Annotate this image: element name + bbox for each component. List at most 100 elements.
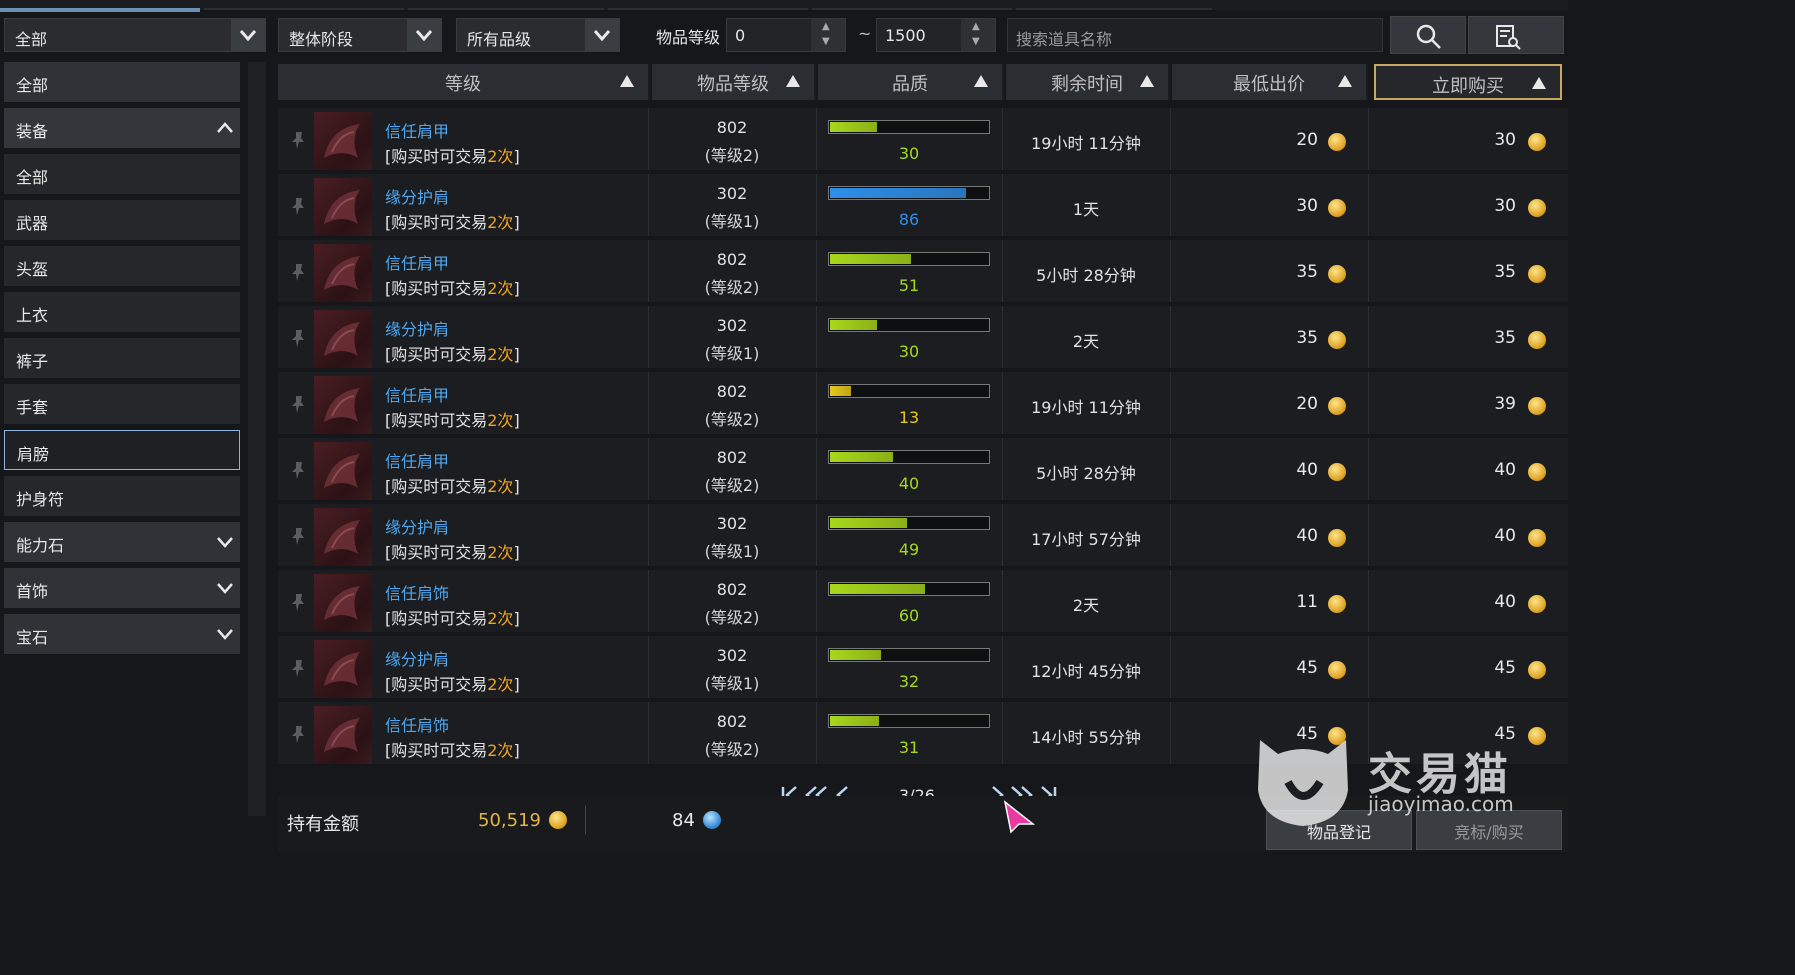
sidebar-item-shoulder[interactable]: 肩膀 (4, 430, 240, 470)
pin-icon[interactable] (290, 460, 306, 484)
quality-select[interactable]: 所有品级 (456, 18, 620, 52)
column-divider (648, 240, 649, 302)
stage-select[interactable]: 整体阶段 (278, 18, 442, 52)
gold-coin-icon (1328, 595, 1346, 613)
pin-icon[interactable] (290, 526, 306, 550)
sidebar-item-weapon[interactable]: 武器 (4, 200, 240, 240)
category-sidebar: 全部 装备 全部 武器 头盔 上衣 裤子 手套 肩膀 护身符 能力石 首饰 宝石 (0, 58, 244, 852)
quality-bar-fill (830, 188, 966, 198)
sidebar-item-equipment[interactable]: 装备 (4, 108, 240, 148)
grade-min-stepper[interactable]: ▲ ▼ (811, 19, 845, 51)
top-tab-active[interactable] (0, 0, 200, 12)
column-divider (1002, 438, 1003, 500)
trade-limit: [购买时可交易2次] (385, 275, 520, 299)
grade-max-input[interactable]: 1500 ▲ ▼ (876, 18, 996, 52)
item-name[interactable]: 信任肩饰 (385, 580, 449, 604)
item-name[interactable]: 缘分护肩 (385, 646, 449, 670)
sidebar-scrollbar[interactable] (248, 62, 266, 816)
column-header-grade[interactable]: 等级 (278, 64, 650, 100)
item-icon (314, 442, 372, 500)
sidebar-item-equipment-all[interactable]: 全部 (4, 154, 240, 194)
search-input[interactable]: 搜索道具名称 (1007, 18, 1383, 52)
sidebar-item-pants[interactable]: 裤子 (4, 338, 240, 378)
trade-limit: [购买时可交易2次] (385, 209, 520, 233)
sidebar-item-ability-stone[interactable]: 能力石 (4, 522, 240, 562)
trade-count: 2次 (487, 147, 514, 166)
quality-bar-fill (830, 518, 908, 528)
time-left: 1天 (1072, 200, 1100, 219)
pin-icon[interactable] (290, 394, 306, 418)
item-name[interactable]: 信任肩甲 (385, 118, 449, 142)
pin-icon[interactable] (290, 724, 306, 748)
top-tab[interactable] (812, 0, 1012, 10)
column-header-label: 最低出价 (1233, 74, 1305, 95)
item-icon (314, 574, 372, 632)
sidebar-item-helmet[interactable]: 头盔 (4, 246, 240, 286)
pin-icon[interactable] (290, 130, 306, 154)
pin-icon[interactable] (290, 196, 306, 220)
gold-coin-icon (1328, 265, 1346, 283)
quality-bar-fill (830, 386, 851, 396)
item-name[interactable]: 信任肩饰 (385, 712, 449, 736)
quality-value: 13 (898, 408, 920, 427)
column-header-time-left[interactable]: 剩余时间 (1006, 64, 1170, 100)
list-search-icon (1496, 25, 1521, 50)
item-name[interactable]: 信任肩甲 (385, 250, 449, 274)
table-row[interactable]: 信任肩饰 [购买时可交易2次] 802 (等级2) 60 2天 11 40 (278, 570, 1568, 634)
quality-bar (828, 582, 990, 596)
sidebar-item-gloves[interactable]: 手套 (4, 384, 240, 424)
top-tab-strip (0, 0, 1568, 12)
trade-limit: [购买时可交易2次] (385, 671, 520, 695)
item-name[interactable]: 信任肩甲 (385, 382, 449, 406)
quality-bar-fill (830, 650, 881, 660)
top-tab[interactable] (408, 0, 604, 10)
table-row[interactable]: 缘分护肩 [购买时可交易2次] 302 (等级1) 86 1天 30 30 (278, 174, 1568, 238)
sidebar-item-label: 宝石 (16, 628, 49, 647)
table-row[interactable]: 缘分护肩 [购买时可交易2次] 302 (等级1) 32 12小时 45分钟 45 45 (278, 636, 1568, 700)
item-level: 802 (716, 382, 748, 401)
table-row[interactable]: 缘分护肩 [购买时可交易2次] 302 (等级1) 30 2天 35 35 (278, 306, 1568, 370)
top-tab[interactable] (608, 0, 808, 10)
item-name[interactable]: 缘分护肩 (385, 184, 449, 208)
table-row[interactable]: 信任肩甲 [购买时可交易2次] 802 (等级2) 51 5小时 28分钟 35 35 (278, 240, 1568, 304)
grade-max-stepper[interactable]: ▲ ▼ (961, 19, 995, 51)
quality-bar-fill (830, 716, 879, 726)
pin-icon[interactable] (290, 262, 306, 286)
grade-min-input[interactable]: 0 ▲ ▼ (726, 18, 846, 52)
column-header-buy-now[interactable]: 立即购买 (1374, 64, 1562, 100)
sidebar-item-label: 能力石 (16, 536, 65, 555)
sidebar-item-all[interactable]: 全部 (4, 62, 240, 102)
top-tab[interactable] (204, 0, 404, 10)
top-tab[interactable] (1016, 0, 1212, 10)
search-button[interactable] (1390, 16, 1466, 54)
item-name[interactable]: 缘分护肩 (385, 514, 449, 538)
trade-limit: [购买时可交易2次] (385, 605, 520, 629)
item-name[interactable]: 缘分护肩 (385, 316, 449, 340)
list-search-button[interactable] (1468, 16, 1564, 54)
column-header-quality[interactable]: 品质 (818, 64, 1004, 100)
pin-icon[interactable] (290, 592, 306, 616)
column-divider (1002, 174, 1003, 236)
quality-bar-fill (830, 320, 878, 330)
trade-limit-suffix: ] (513, 213, 520, 232)
table-row[interactable]: 信任肩甲 [购买时可交易2次] 802 (等级2) 40 5小时 28分钟 40 40 (278, 438, 1568, 502)
table-row[interactable]: 信任肩甲 [购买时可交易2次] 802 (等级2) 30 19小时 11分钟 20 30 (278, 108, 1568, 172)
column-header-item-level[interactable]: 物品等级 (652, 64, 816, 100)
trade-limit-prefix: [购买时可交易 (385, 411, 488, 430)
sidebar-item-gem[interactable]: 宝石 (4, 614, 240, 654)
chevron-down-icon (216, 626, 234, 645)
time-left: 2天 (1072, 332, 1100, 351)
sort-arrow-icon (1338, 75, 1352, 87)
table-row[interactable]: 信任肩甲 [购买时可交易2次] 802 (等级2) 13 19小时 11分钟 20 39 (278, 372, 1568, 436)
item-name[interactable]: 信任肩甲 (385, 448, 449, 472)
table-row[interactable]: 缘分护肩 [购买时可交易2次] 302 (等级1) 49 17小时 57分钟 40 40 (278, 504, 1568, 568)
sidebar-item-top[interactable]: 上衣 (4, 292, 240, 332)
category-select[interactable]: 全部 (4, 18, 266, 52)
sidebar-item-amulet[interactable]: 护身符 (4, 476, 240, 516)
pin-icon[interactable] (290, 658, 306, 682)
item-tier: (等级1) (704, 344, 760, 363)
column-header-min-bid[interactable]: 最低出价 (1172, 64, 1368, 100)
quality-bar-fill (830, 584, 925, 594)
pin-icon[interactable] (290, 328, 306, 352)
sidebar-item-accessory[interactable]: 首饰 (4, 568, 240, 608)
